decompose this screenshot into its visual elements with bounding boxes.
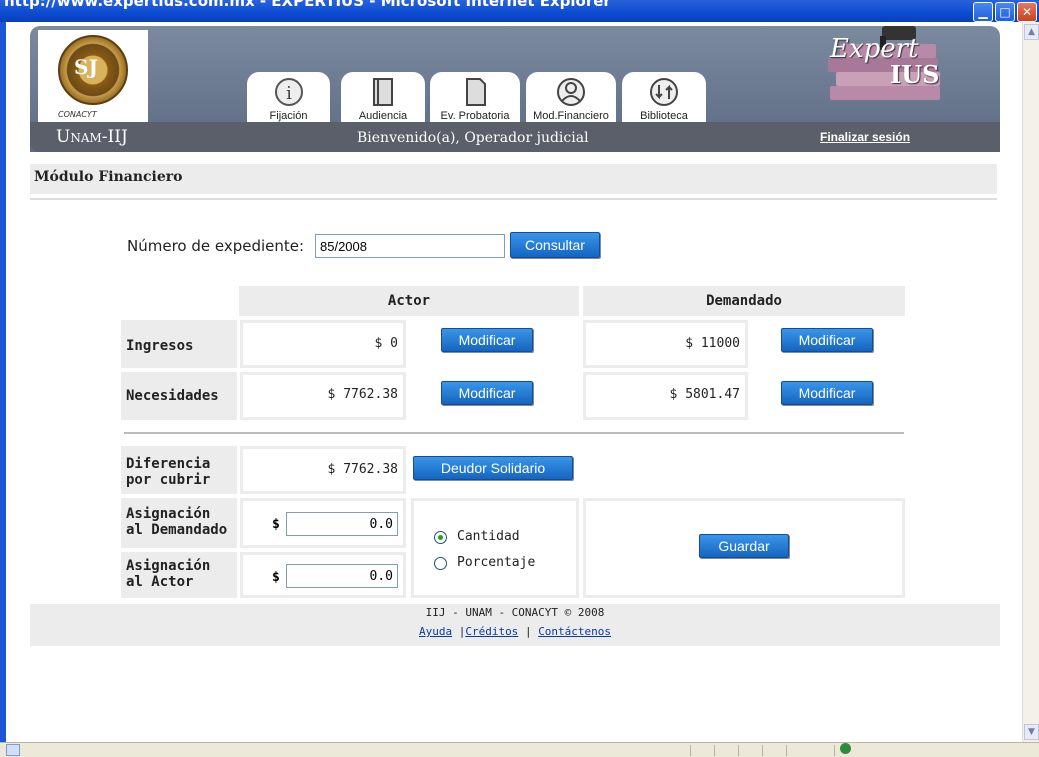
tab-label: Mod.Financiero [533, 110, 609, 122]
actor-needs-value: $ 7762.38 [327, 387, 398, 402]
currency-symbol: $ [272, 570, 280, 585]
window-title-bar: http://www.expertius.com.mx - EXPERTIUS … [0, 0, 1039, 22]
vertical-scrollbar[interactable]: ▲ ▼ [1022, 22, 1039, 750]
tab-ev-probatoria[interactable]: Ev. Probatoria [430, 72, 520, 124]
case-number-label: Número de expediente: [127, 237, 305, 255]
currency-symbol: $ [272, 517, 280, 532]
copyright-text: IIJ - UNAM - CONACYT © 2008 [425, 606, 605, 619]
radio-porcentaje-label: Porcentaje [457, 555, 536, 570]
column-header-actor: Actor [239, 286, 579, 316]
row-label-necesidades: Necesidades [126, 388, 219, 404]
tab-fijacion[interactable]: i Fijación [247, 72, 330, 124]
svg-text:i: i [286, 83, 292, 104]
scroll-up-icon[interactable]: ▲ [1024, 24, 1039, 40]
scroll-down-icon[interactable]: ▼ [1024, 724, 1039, 740]
page-icon [6, 744, 20, 756]
refresh-icon [650, 78, 678, 106]
radio-cantidad-label: Cantidad [457, 529, 520, 544]
maximize-icon[interactable]: □ [995, 2, 1015, 22]
joint-debtor-button[interactable]: Deudor Solidario [413, 456, 573, 480]
difference-value: $ 7762.38 [327, 462, 398, 477]
row-label-ingresos: Ingresos [126, 338, 194, 354]
actor-income-value: $ 0 [374, 336, 398, 351]
zone-indicator [840, 743, 855, 755]
module-title-bar: Módulo Financiero [30, 164, 997, 194]
tab-label: Biblioteca [640, 110, 688, 122]
tab-label: Fijación [269, 110, 308, 122]
logout-link[interactable]: Finalizar sesión [820, 130, 910, 144]
radio-cantidad[interactable] [434, 531, 447, 544]
modify-demandado-income-button[interactable]: Modificar [781, 328, 873, 352]
radio-porcentaje[interactable] [434, 557, 447, 570]
demandado-needs-value: $ 5801.47 [669, 387, 740, 402]
tab-biblioteca[interactable]: Biblioteca [622, 72, 706, 124]
brand-label: Unam-IIJ [56, 127, 128, 147]
close-icon[interactable]: ✕ [1017, 2, 1037, 22]
tab-label: Audiencia [358, 110, 408, 122]
info-icon: i [274, 78, 303, 106]
divider [30, 198, 997, 200]
minimize-icon[interactable]: ▁ [973, 2, 993, 22]
help-link[interactable]: Ayuda [419, 625, 452, 638]
footer: IIJ - UNAM - CONACYT © 2008 Ayuda |Crédi… [30, 604, 1000, 646]
tab-label: Ev. Probatoria [440, 110, 510, 122]
difference-label: Diferencia por cubrir [126, 456, 211, 488]
logo: SJ CONACYT [38, 30, 148, 124]
welcome-text: Bienvenido(a), Operador judicial [357, 130, 589, 146]
document-icon [466, 78, 486, 106]
contact-link[interactable]: Contáctenos [538, 625, 611, 638]
tab-mod-financiero[interactable]: Mod.Financiero [526, 72, 616, 124]
credits-link[interactable]: Créditos [465, 625, 518, 638]
window-frame [0, 22, 6, 750]
assignment-actor-input[interactable] [286, 564, 398, 588]
tab-audiencia[interactable]: Audiencia [341, 72, 425, 124]
user-icon [557, 78, 585, 106]
consult-button[interactable]: Consultar [510, 232, 600, 258]
modify-actor-needs-button[interactable]: Modificar [441, 381, 533, 405]
book-icon [373, 78, 393, 106]
window-title: http://www.expertius.com.mx - EXPERTIUS … [4, 0, 611, 10]
demandado-income-value: $ 11000 [685, 336, 740, 351]
assignment-demandado-label: Asignación al Demandado [126, 506, 228, 538]
column-header-demandado: Demandado [583, 286, 905, 316]
divider [124, 432, 904, 434]
page-title: Módulo Financiero [34, 169, 183, 185]
modify-demandado-needs-button[interactable]: Modificar [781, 381, 873, 405]
case-number-input[interactable] [315, 234, 505, 258]
assignment-actor-label: Asignación al Actor [126, 558, 211, 590]
status-bar [0, 742, 1039, 757]
modify-actor-income-button[interactable]: Modificar [441, 328, 533, 352]
logo-ius-text: IUS [890, 60, 940, 89]
save-button[interactable]: Guardar [699, 534, 789, 558]
assignment-demandado-input[interactable] [286, 512, 398, 536]
globe-icon [840, 743, 851, 754]
